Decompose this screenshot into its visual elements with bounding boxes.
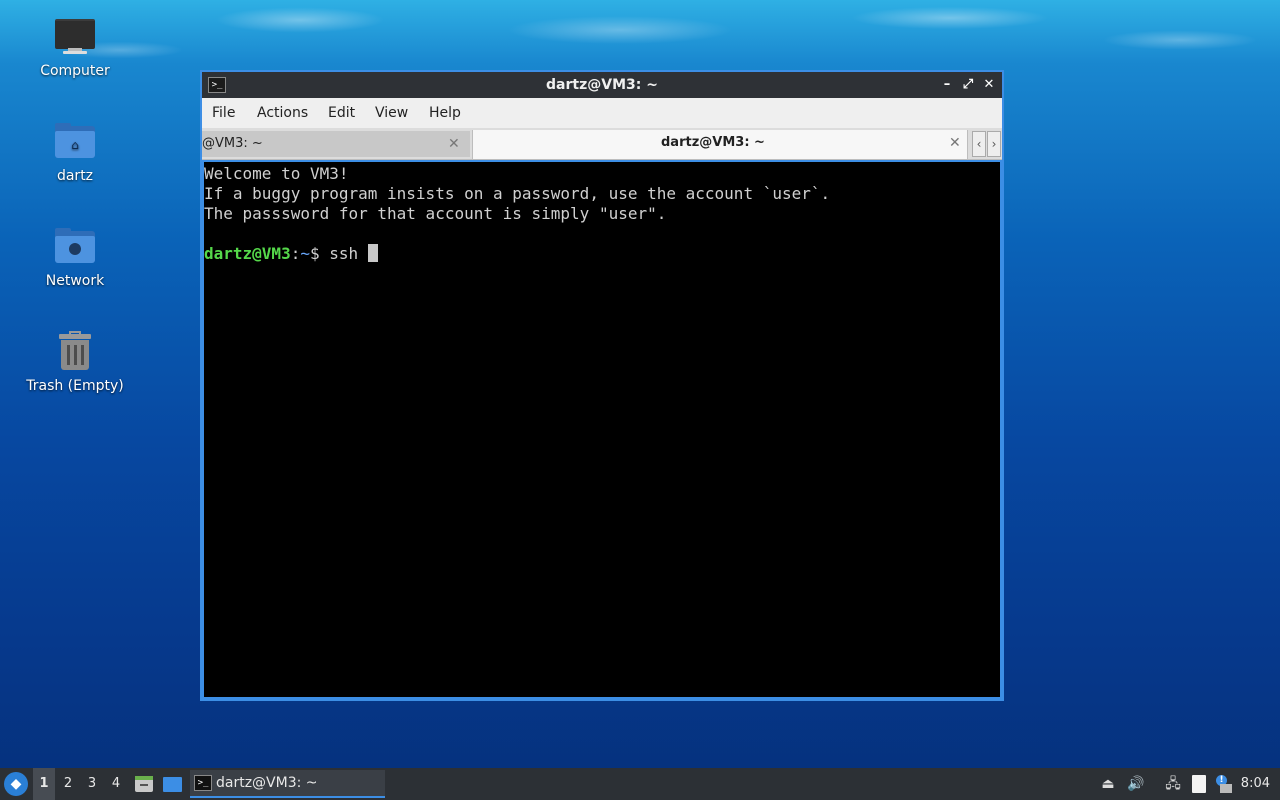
tab-scroll-left-icon[interactable]: ‹ xyxy=(972,131,986,157)
terminal-line: If a buggy program insists on a password… xyxy=(204,184,831,203)
tab-1[interactable]: @VM3: ~ ✕ xyxy=(202,131,470,157)
menu-view[interactable]: View xyxy=(375,98,408,128)
terminal-output[interactable]: Welcome to VM3! If a buggy program insis… xyxy=(204,162,1000,697)
desktop-icon-label: Computer xyxy=(40,63,110,79)
desktop-icon-network[interactable]: Network xyxy=(15,225,135,289)
network-icon[interactable]: 🖧 xyxy=(1164,774,1182,794)
network-folder-icon xyxy=(53,225,97,269)
tab-label: dartz@VM3: ~ xyxy=(661,135,765,150)
typed-command: ssh xyxy=(329,244,368,263)
prompt-separator: : xyxy=(290,244,301,263)
desktop-icon-label: dartz xyxy=(56,168,94,184)
menu-bar: File Actions Edit View Help xyxy=(202,98,1002,128)
notification-icon[interactable]: ! xyxy=(1214,774,1232,794)
text-cursor xyxy=(367,244,378,262)
terminal-line: Welcome to VM3! xyxy=(204,164,349,183)
taskbar: ◆ 1 2 3 4 >_ dartz@VM3: ~ ⏏ 🔊 🖧 ! 8:04 xyxy=(0,768,1280,800)
computer-icon xyxy=(53,15,97,59)
workspace-4[interactable]: 4 xyxy=(105,768,127,800)
volume-icon[interactable]: 🔊 xyxy=(1127,774,1145,794)
show-desktop-icon[interactable] xyxy=(162,774,182,794)
menu-file[interactable]: File xyxy=(212,98,235,128)
tab-label: @VM3: ~ xyxy=(202,136,263,151)
desktop-icon-label: Trash (Empty) xyxy=(26,378,124,394)
clock[interactable]: 8:04 xyxy=(1241,768,1270,800)
window-title: dartz@VM3: ~ xyxy=(546,77,658,93)
desktop-icon-computer[interactable]: Computer xyxy=(15,15,135,79)
clipboard-icon[interactable] xyxy=(1190,774,1208,794)
taskbar-task-terminal[interactable]: >_ dartz@VM3: ~ xyxy=(190,770,385,798)
menu-edit[interactable]: Edit xyxy=(328,98,355,128)
minimize-button[interactable]: – xyxy=(938,75,956,95)
start-menu-icon[interactable]: ◆ xyxy=(4,772,28,796)
prompt-user: dartz@VM3 xyxy=(204,244,291,263)
prompt-symbol: $ xyxy=(309,244,330,263)
workspace-2[interactable]: 2 xyxy=(57,768,79,800)
workspace-3[interactable]: 3 xyxy=(81,768,103,800)
desktop-icon-label: Network xyxy=(45,273,105,289)
menu-help[interactable]: Help xyxy=(429,98,461,128)
tab-close-icon[interactable]: ✕ xyxy=(448,131,460,157)
terminal-app-icon: >_ xyxy=(194,775,212,791)
tab-close-icon[interactable]: ✕ xyxy=(949,130,961,156)
trash-icon xyxy=(53,330,97,374)
tab-2[interactable]: dartz@VM3: ~ ✕ xyxy=(472,130,968,159)
eject-icon[interactable]: ⏏ xyxy=(1099,774,1117,794)
desktop-icon-home[interactable]: ⌂ dartz xyxy=(15,120,135,184)
task-label: dartz@VM3: ~ xyxy=(216,775,318,791)
close-button[interactable]: ✕ xyxy=(980,75,998,95)
window-titlebar[interactable]: >_ dartz@VM3: ~ – ⤢ ✕ xyxy=(202,72,1002,98)
terminal-window: >_ dartz@VM3: ~ – ⤢ ✕ File Actions Edit … xyxy=(200,70,1004,701)
menu-actions[interactable]: Actions xyxy=(257,98,308,128)
desktop-icon-trash[interactable]: Trash (Empty) xyxy=(15,330,135,394)
terminal-prompt-line: dartz@VM3:~$ ssh xyxy=(204,244,1000,264)
maximize-button[interactable]: ⤢ xyxy=(959,75,977,95)
file-manager-icon[interactable] xyxy=(134,774,154,794)
home-folder-icon: ⌂ xyxy=(53,120,97,164)
workspace-1[interactable]: 1 xyxy=(33,768,55,800)
prompt-path: ~ xyxy=(300,244,310,263)
tab-bar: @VM3: ~ ✕ dartz@VM3: ~ ✕ ‹ › xyxy=(202,128,1002,160)
tab-scroll-right-icon[interactable]: › xyxy=(987,131,1001,157)
terminal-line: The passsword for that account is simply… xyxy=(204,204,667,223)
